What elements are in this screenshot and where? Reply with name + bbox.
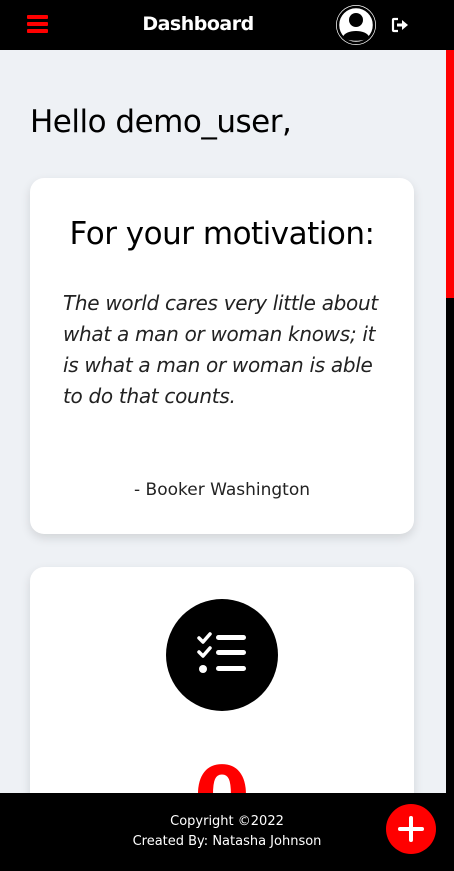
- scrollbar[interactable]: [446, 50, 454, 793]
- user-avatar-icon[interactable]: [336, 5, 376, 45]
- scrollbar-thumb[interactable]: [446, 50, 454, 298]
- tasks-card[interactable]: 0: [30, 567, 414, 793]
- add-button[interactable]: [386, 804, 436, 854]
- greeting-heading: Hello demo_user,: [30, 104, 292, 140]
- main-content[interactable]: Hello demo_user, For your motivation: Th…: [0, 50, 446, 793]
- task-list-icon: [166, 599, 278, 711]
- quote-text: The world cares very little about what a…: [63, 291, 378, 408]
- top-bar: Dashboard: [0, 0, 454, 50]
- quote-author: - Booker Washington: [134, 480, 310, 500]
- logout-icon[interactable]: [390, 15, 410, 35]
- motivation-card: For your motivation: The world cares ver…: [30, 178, 414, 534]
- task-count: 0: [30, 757, 414, 794]
- footer-credits: Created By: Natasha Johnson: [132, 834, 322, 849]
- motivation-heading: For your motivation:: [69, 216, 375, 252]
